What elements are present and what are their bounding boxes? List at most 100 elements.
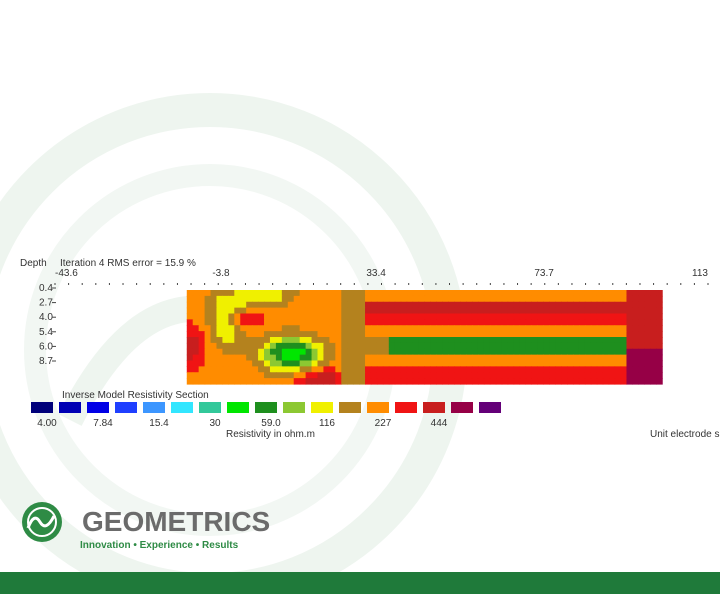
section-cell: [359, 295, 366, 303]
section-cell: [412, 325, 420, 332]
section-cell: [281, 378, 289, 385]
section-cell: [573, 366, 580, 373]
section-cell: [210, 348, 218, 356]
section-cell: [537, 301, 544, 309]
section-cell: [293, 313, 301, 320]
section-cell: [186, 366, 194, 373]
section-cell: [650, 342, 657, 350]
section-cell: [573, 360, 580, 367]
section-cell: [620, 331, 628, 338]
section-cell: [644, 360, 651, 367]
section-cell: [234, 342, 241, 350]
section-cell: [549, 366, 556, 373]
section-cell: [513, 319, 521, 326]
section-cell: [329, 290, 336, 297]
section-cell: [501, 290, 509, 297]
section-cell: [454, 372, 461, 379]
section-cell: [388, 331, 396, 338]
section-cell: [311, 313, 319, 320]
section-cell: [483, 301, 491, 309]
section-cell: [644, 366, 651, 373]
section-cell: [365, 354, 372, 362]
section-cell: [264, 307, 271, 315]
section-cell: [501, 325, 509, 332]
section-cell: [353, 378, 360, 385]
section-cell: [460, 301, 467, 309]
section-cell: [323, 290, 330, 297]
section-cell: [584, 290, 592, 297]
section-cell: [192, 319, 200, 326]
section-cell: [299, 354, 307, 362]
section-cell: [311, 290, 319, 297]
section-cell: [626, 337, 634, 344]
section-cell: [198, 290, 206, 297]
section-cell: [406, 378, 414, 385]
section-cell: [471, 378, 479, 385]
section-cell: [561, 360, 568, 367]
section-cell: [442, 301, 449, 309]
section-cell: [471, 325, 479, 332]
section-cell: [477, 366, 485, 373]
section-cell: [656, 319, 663, 326]
section-cell: [567, 378, 574, 385]
section-cell: [234, 307, 241, 315]
section-cell: [638, 378, 645, 385]
section-cell: [436, 319, 443, 326]
section-cell: [430, 337, 437, 344]
section-cell: [382, 331, 390, 338]
section-cell: [264, 295, 271, 303]
section-cell: [246, 348, 253, 356]
section-cell: [483, 354, 491, 362]
section-cell: [543, 366, 550, 373]
section-cell: [596, 295, 604, 303]
section-cell: [394, 290, 402, 297]
section-cell: [584, 360, 592, 367]
section-cell: [489, 290, 497, 297]
section-cell: [471, 301, 479, 309]
section-cell: [477, 301, 485, 309]
section-cell: [293, 348, 301, 356]
logo-emblem-icon: [22, 502, 62, 542]
section-cell: [513, 366, 521, 373]
section-cell: [222, 331, 229, 338]
section-cell: [275, 378, 283, 385]
section-cell: [198, 307, 206, 315]
section-cell: [353, 319, 360, 326]
section-cell: [353, 372, 360, 379]
section-cell: [584, 366, 592, 373]
section-cell: [293, 366, 301, 373]
section-cell: [430, 295, 437, 303]
section-cell: [620, 360, 628, 367]
section-cell: [561, 319, 568, 326]
section-cell: [614, 307, 622, 315]
section-cell: [596, 366, 604, 373]
section-cell: [317, 319, 325, 326]
section-cell: [495, 290, 503, 297]
section-cell: [192, 337, 200, 344]
section-cell: [394, 372, 402, 379]
section-cell: [275, 360, 283, 367]
section-cell: [519, 331, 527, 338]
section-cell: [596, 337, 604, 344]
section-cell: [650, 295, 657, 303]
section-cell: [198, 319, 206, 326]
section-cell: [638, 325, 645, 332]
section-cell: [448, 354, 455, 362]
section-cell: [388, 354, 396, 362]
section-cell: [656, 378, 663, 385]
section-cell: [299, 337, 307, 344]
section-cell: [359, 313, 366, 320]
section-cell: [507, 354, 515, 362]
section-cell: [436, 337, 443, 344]
section-cell: [430, 366, 437, 373]
section-cell: [252, 295, 259, 303]
section-cell: [442, 319, 449, 326]
section-cell: [513, 313, 521, 320]
section-cell: [198, 360, 206, 367]
section-cell: [471, 360, 479, 367]
section-cell: [567, 325, 574, 332]
section-cell: [442, 337, 449, 344]
section-cell: [460, 366, 467, 373]
section-cell: [281, 307, 289, 315]
section-cell: [287, 290, 295, 297]
